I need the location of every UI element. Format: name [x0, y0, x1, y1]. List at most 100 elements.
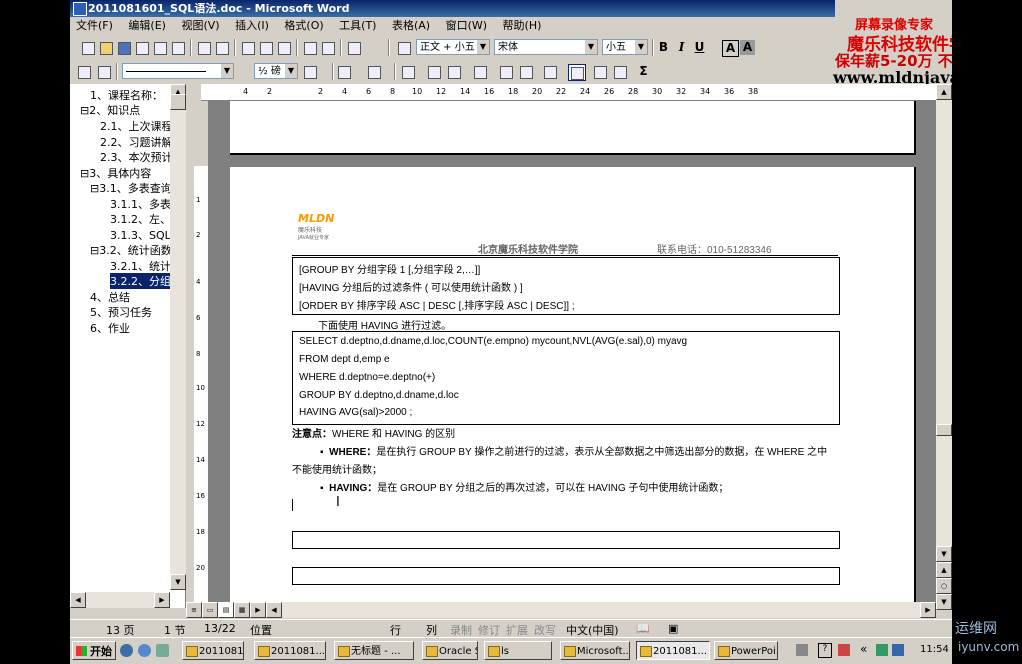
tray-icon[interactable]: [892, 644, 904, 656]
docmap-item[interactable]: 3.1.1、多表: [110, 196, 170, 212]
taskbar-item[interactable]: PowerPoi...: [714, 641, 778, 660]
tray-icon[interactable]: [796, 644, 808, 656]
web-view-icon[interactable]: ▭: [202, 602, 218, 618]
document-area[interactable]: MLDN 魔乐科技 JAVA就业专家 北京魔乐科技软件学院 联系电话：010-5…: [208, 101, 936, 608]
sort-desc-button[interactable]: [612, 64, 628, 79]
char-shading-button[interactable]: A: [740, 40, 755, 55]
edit-button[interactable]: [76, 64, 92, 79]
menu-help[interactable]: 帮助(H): [497, 17, 548, 35]
quicklaunch-icon[interactable]: [138, 644, 151, 657]
docmap-vscroll[interactable]: ▲ ▼: [170, 84, 186, 590]
prev-page-icon[interactable]: ▲: [936, 562, 952, 578]
docmap-item-selected[interactable]: 3.2.2、分组: [110, 273, 170, 289]
insert-table-button[interactable]: [400, 64, 416, 79]
undo-button[interactable]: [302, 40, 318, 55]
split-cells-button[interactable]: [446, 64, 462, 79]
docmap-item[interactable]: 1、课程名称：: [90, 87, 163, 103]
align-cell-button[interactable]: [472, 64, 488, 79]
permission-button[interactable]: [134, 40, 150, 55]
autoformat-button[interactable]: [542, 64, 558, 79]
menu-view[interactable]: 视图(V): [175, 17, 225, 35]
docmap-item[interactable]: 5、预习任务: [90, 304, 152, 320]
docmap-item[interactable]: 2.3、本次预计: [100, 149, 170, 165]
help-icon[interactable]: ?: [818, 643, 832, 658]
pen-color-button[interactable]: [302, 64, 318, 79]
redo-button[interactable]: [320, 40, 336, 55]
distribute-cols-button[interactable]: [518, 64, 534, 79]
italic-button[interactable]: I: [674, 40, 689, 55]
menu-tools[interactable]: 工具(T): [333, 17, 382, 35]
status-ext[interactable]: 扩展: [506, 622, 528, 637]
edit-alt-button[interactable]: [96, 64, 112, 79]
underline-button[interactable]: U: [692, 40, 707, 55]
autosum-button[interactable]: Σ: [636, 64, 651, 79]
docmap-item[interactable]: 2.1、上次课程: [100, 118, 170, 134]
menu-edit[interactable]: 编辑(E): [122, 17, 172, 35]
save-button[interactable]: [116, 40, 132, 55]
start-button[interactable]: 开始: [72, 641, 116, 660]
taskbar-item[interactable]: ls: [484, 641, 552, 660]
scroll-thumb[interactable]: [170, 94, 186, 110]
status-ovr[interactable]: 改写: [534, 622, 556, 637]
docmap-item[interactable]: ⊟3.2、统计函数: [90, 242, 170, 258]
docmap-item[interactable]: 3.2.1、统计: [110, 258, 170, 274]
font-combo[interactable]: 宋体 ▼: [494, 39, 598, 55]
menu-insert[interactable]: 插入(I): [229, 17, 275, 35]
scroll-up-icon[interactable]: ▲: [936, 84, 952, 100]
status-rec[interactable]: 录制: [450, 622, 472, 637]
docmap-item[interactable]: 6、作业: [90, 320, 130, 336]
tray-icon[interactable]: [838, 644, 850, 656]
reading-view-icon[interactable]: ▶: [250, 602, 266, 618]
current-page[interactable]: MLDN 魔乐科技 JAVA就业专家 北京魔乐科技软件学院 联系电话：010-5…: [230, 167, 916, 608]
print-button[interactable]: [152, 40, 168, 55]
docmap-item[interactable]: ⊟2、知识点: [80, 102, 140, 118]
line-style-combo[interactable]: ▼: [122, 63, 234, 79]
open-button[interactable]: [98, 40, 114, 55]
normal-view-icon[interactable]: ≡: [186, 602, 202, 618]
docmap-item[interactable]: ⊟3、具体内容: [80, 165, 151, 181]
next-page-icon[interactable]: ▼: [936, 594, 952, 610]
status-trk[interactable]: 修订: [478, 622, 500, 637]
hyperlink-button[interactable]: [346, 40, 362, 55]
paste-button[interactable]: [258, 40, 274, 55]
scroll-down-icon[interactable]: ▼: [936, 546, 952, 562]
taskbar-item[interactable]: 2011081...: [254, 641, 326, 660]
border-button[interactable]: [336, 64, 352, 79]
scroll-thumb[interactable]: [936, 424, 952, 436]
clock[interactable]: 11:54: [920, 644, 949, 655]
docmap-item[interactable]: 3.1.2、左、: [110, 211, 170, 227]
scroll-right-icon[interactable]: ▶: [154, 592, 170, 608]
gridlines-button[interactable]: [568, 64, 586, 81]
scroll-down-icon[interactable]: ▼: [170, 574, 186, 590]
taskbar-item[interactable]: Oracle S...: [422, 641, 478, 660]
menu-window[interactable]: 窗口(W): [440, 17, 493, 35]
shading-button[interactable]: [366, 64, 382, 79]
char-border-button[interactable]: A: [722, 40, 739, 57]
docmap-item[interactable]: 3.1.3、SQL: [110, 227, 170, 243]
font-size-combo[interactable]: 小五 ▼: [602, 39, 648, 55]
doc-vscroll[interactable]: ▲ ▼ ▲ ○ ▼: [936, 84, 952, 610]
scroll-left-icon[interactable]: ◀: [70, 592, 86, 608]
docmap-item[interactable]: 4、总结: [90, 289, 130, 305]
menu-format[interactable]: 格式(O): [278, 17, 329, 35]
bold-button[interactable]: B: [656, 40, 671, 55]
docmap-item[interactable]: ⊟3.1、多表查询: [90, 180, 170, 196]
print-preview-button[interactable]: [170, 40, 186, 55]
volume-icon[interactable]: «: [860, 642, 867, 656]
docmap-hscroll[interactable]: ◀ ▶: [70, 592, 170, 608]
merge-cells-button[interactable]: [426, 64, 442, 79]
styles-button[interactable]: [396, 40, 412, 55]
new-doc-button[interactable]: [80, 40, 96, 55]
outline-view-icon[interactable]: ▦: [234, 602, 250, 618]
taskbar-item-active[interactable]: 2011081...: [636, 641, 710, 660]
print-view-icon[interactable]: ▤: [218, 602, 234, 618]
taskbar-item[interactable]: 2011081...: [182, 641, 244, 660]
taskbar-item[interactable]: 无标题 - ...: [334, 641, 414, 660]
taskbar-item[interactable]: Microsoft...: [560, 641, 630, 660]
style-combo[interactable]: 正文 + 小五 ▼: [416, 39, 490, 55]
sort-asc-button[interactable]: [592, 64, 608, 79]
research-button[interactable]: [214, 40, 230, 55]
browse-object-icon[interactable]: ○: [936, 578, 952, 594]
format-painter-button[interactable]: [276, 40, 292, 55]
quicklaunch-icon[interactable]: [156, 644, 169, 657]
